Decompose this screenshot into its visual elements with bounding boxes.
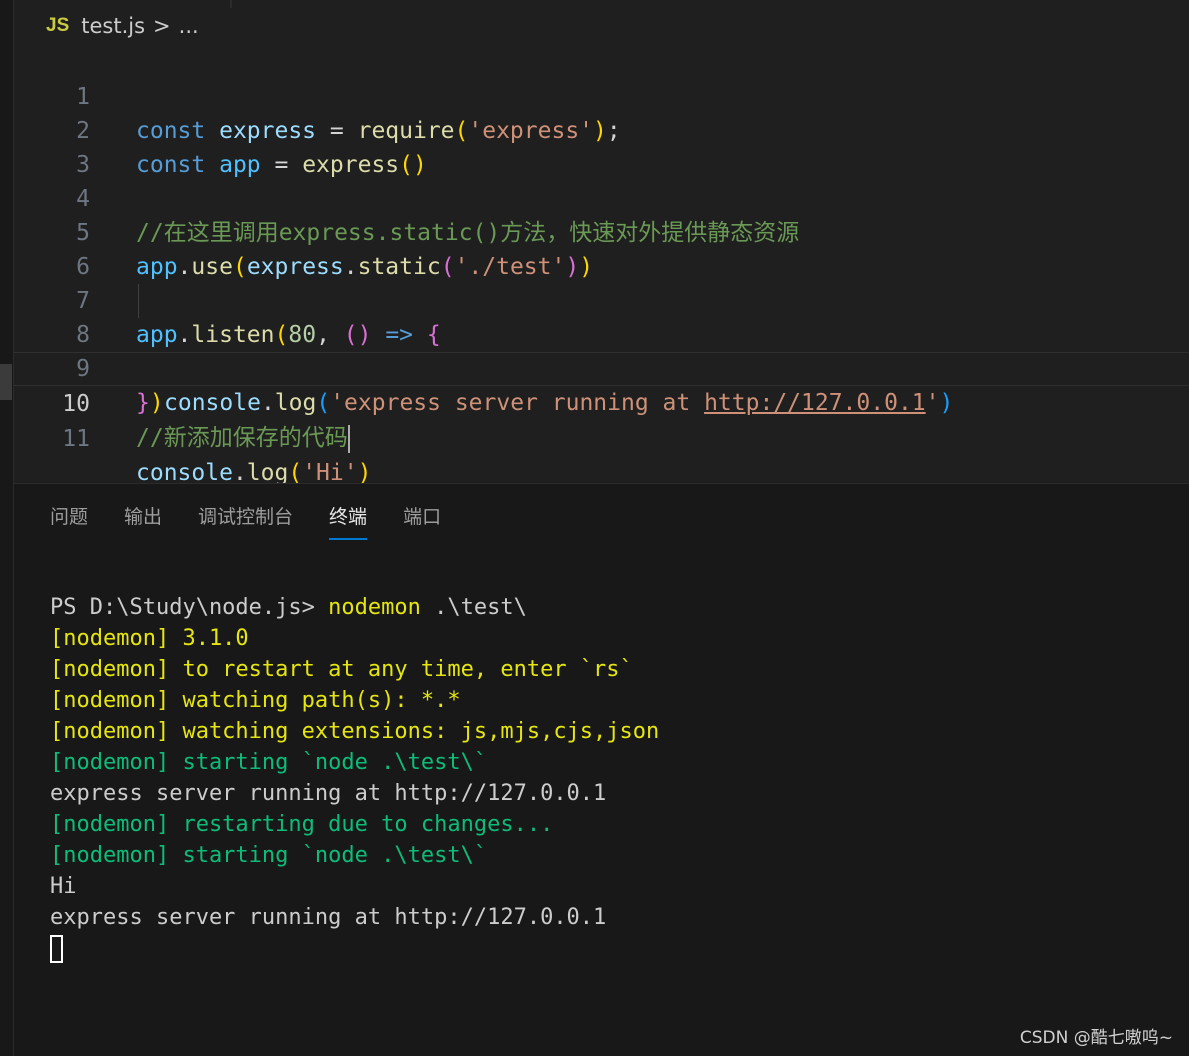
tab-debug-console[interactable]: 调试控制台 — [198, 484, 293, 544]
terminal-output[interactable]: PS D:\Study\node.js> nodemon .\test\ [nod… — [50, 561, 659, 1026]
tab-problems[interactable]: 问题 — [50, 484, 88, 544]
scroll-marker — [0, 364, 12, 400]
bottom-panel: 问题 输出 调试控制台 终端 端口 PS D:\Study\node.js> n… — [14, 483, 1189, 1056]
indent-guide — [138, 284, 139, 318]
terminal-line: [nodemon] starting `node .\test\` — [50, 843, 488, 868]
activity-gutter — [0, 0, 14, 1056]
breadcrumb-more[interactable]: ... — [179, 14, 199, 38]
breadcrumb-file[interactable]: test.js — [81, 14, 145, 38]
code-comment: //新添加保存的代码 — [136, 425, 348, 451]
line-number: 11 — [62, 426, 90, 452]
terminal-cursor — [50, 935, 63, 963]
code-line-1[interactable]: 1 const express = require('express'); — [14, 46, 1189, 144]
tab-divider — [230, 0, 232, 8]
code-editor[interactable]: JS test.js > ... 1 const express = requi… — [14, 0, 1189, 486]
code-line-6[interactable]: 6 — [14, 216, 1189, 280]
terminal-line: express server running at http://127.0.0… — [50, 781, 607, 806]
terminal-prompt-line: PS D:\Study\node.js> nodemon .\test\ — [50, 595, 527, 620]
code-text: //新添加保存的代码 — [136, 421, 350, 455]
code-line-2[interactable]: 2 const app = express() — [14, 80, 1189, 178]
code-line-11[interactable]: 11 console.log('Hi') — [14, 388, 1189, 486]
terminal-line: Hi — [50, 874, 77, 899]
code-line-9[interactable]: 9 }) — [14, 318, 1189, 416]
tab-ports[interactable]: 端口 — [403, 484, 441, 544]
tab-output[interactable]: 输出 — [124, 484, 162, 544]
code-line-8[interactable]: 8 console.log('express server running at… — [14, 284, 1189, 416]
breadcrumb[interactable]: JS test.js > ... — [14, 8, 199, 44]
terminal-line: [nodemon] 3.1.0 — [50, 626, 249, 651]
terminal-line: [nodemon] watching extensions: js,mjs,cj… — [50, 719, 660, 744]
terminal-line: [nodemon] watching path(s): *.* — [50, 688, 461, 713]
text-cursor — [347, 424, 350, 453]
terminal-line: express server running at http://127.0.0… — [50, 905, 607, 930]
terminal-line: [nodemon] restarting due to changes... — [50, 812, 554, 837]
watermark: CSDN @酷七嗷呜~ — [1019, 1028, 1173, 1048]
code-line-3[interactable]: 3 — [14, 114, 1189, 178]
code-line-10[interactable]: 10 //新添加保存的代码 — [14, 352, 1189, 453]
chevron-right-icon: > — [153, 14, 171, 38]
terminal-line: [nodemon] starting `node .\test\` — [50, 750, 488, 775]
code-line-7[interactable]: 7 app.listen(80, () => { — [14, 250, 1189, 348]
code-line-4[interactable]: 4 //在这里调用express.static()方法，快速对外提供静态资源 — [14, 148, 1189, 246]
tab-terminal[interactable]: 终端 — [329, 484, 368, 544]
terminal-line: [nodemon] to restart at any time, enter … — [50, 657, 633, 682]
code-line-5[interactable]: 5 app.use(express.static('./test')) — [14, 182, 1189, 280]
js-file-icon: JS — [46, 15, 70, 36]
panel-tabs: 问题 输出 调试控制台 终端 端口 — [14, 484, 441, 544]
